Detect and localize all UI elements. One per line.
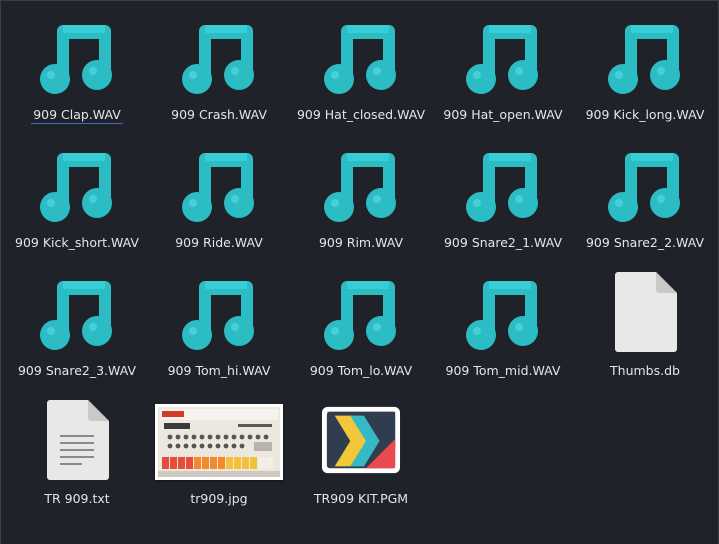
file-name: 909 Crash.WAV <box>171 107 267 122</box>
file-name: 909 Hat_open.WAV <box>443 107 563 122</box>
music-note-icon <box>463 269 543 355</box>
text-file-icon <box>37 397 117 483</box>
file-item[interactable]: 909 Hat_open.WAV <box>432 13 574 141</box>
file-item[interactable]: TR909 KIT.PGM <box>290 397 432 525</box>
music-note-icon <box>605 13 685 99</box>
program-icon <box>321 397 401 483</box>
music-note-icon <box>37 13 117 99</box>
file-item[interactable]: 909 Snare2_1.WAV <box>432 141 574 269</box>
file-item[interactable]: 909 Kick_long.WAV <box>574 13 716 141</box>
file-item[interactable]: 909 Crash.WAV <box>148 13 290 141</box>
file-item[interactable]: 909 Tom_hi.WAV <box>148 269 290 397</box>
file-name: 909 Ride.WAV <box>175 235 263 250</box>
music-note-icon <box>37 269 117 355</box>
file-name: 909 Kick_long.WAV <box>585 107 705 122</box>
file-name: 909 Snare2_1.WAV <box>443 235 562 250</box>
file-name: TR 909.txt <box>44 491 110 506</box>
file-name: 909 Snare2_2.WAV <box>585 235 704 250</box>
file-name: tr909.jpg <box>190 491 248 506</box>
generic-file-icon <box>605 269 685 355</box>
music-note-icon <box>321 269 401 355</box>
file-view: 909 Clap.WAV 909 Crash.WAV 909 Hat_close… <box>0 0 719 544</box>
file-item[interactable]: 909 Tom_lo.WAV <box>290 269 432 397</box>
file-item[interactable]: Thumbs.db <box>574 269 716 397</box>
file-name: 909 Tom_lo.WAV <box>309 363 413 378</box>
image-thumbnail <box>155 397 283 483</box>
music-note-icon <box>321 13 401 99</box>
file-name: 909 Snare2_3.WAV <box>17 363 136 378</box>
file-item[interactable]: 909 Snare2_2.WAV <box>574 141 716 269</box>
file-name: TR909 KIT.PGM <box>313 491 409 506</box>
file-item[interactable]: 909 Tom_mid.WAV <box>432 269 574 397</box>
drum-machine-photo <box>155 404 283 480</box>
file-name: Thumbs.db <box>610 363 680 378</box>
file-item[interactable]: 909 Clap.WAV <box>6 13 148 141</box>
music-note-icon <box>463 13 543 99</box>
file-item[interactable]: tr909.jpg <box>148 397 290 525</box>
music-note-icon <box>321 141 401 227</box>
music-note-icon <box>37 141 117 227</box>
file-name: 909 Hat_closed.WAV <box>296 107 426 122</box>
music-note-icon <box>179 141 259 227</box>
file-name: 909 Kick_short.WAV <box>15 235 139 250</box>
file-item[interactable]: 909 Rim.WAV <box>290 141 432 269</box>
music-note-icon <box>179 269 259 355</box>
file-name: 909 Rim.WAV <box>318 235 404 250</box>
file-item[interactable]: 909 Ride.WAV <box>148 141 290 269</box>
file-item[interactable]: 909 Snare2_3.WAV <box>6 269 148 397</box>
file-grid: 909 Clap.WAV 909 Crash.WAV 909 Hat_close… <box>6 13 716 525</box>
file-name: 909 Clap.WAV <box>31 107 123 124</box>
file-item[interactable]: TR 909.txt <box>6 397 148 525</box>
music-note-icon <box>463 141 543 227</box>
file-item[interactable]: 909 Kick_short.WAV <box>6 141 148 269</box>
file-item[interactable]: 909 Hat_closed.WAV <box>290 13 432 141</box>
file-name: 909 Tom_mid.WAV <box>445 363 561 378</box>
file-name: 909 Tom_hi.WAV <box>167 363 271 378</box>
music-note-icon <box>605 141 685 227</box>
music-note-icon <box>179 13 259 99</box>
